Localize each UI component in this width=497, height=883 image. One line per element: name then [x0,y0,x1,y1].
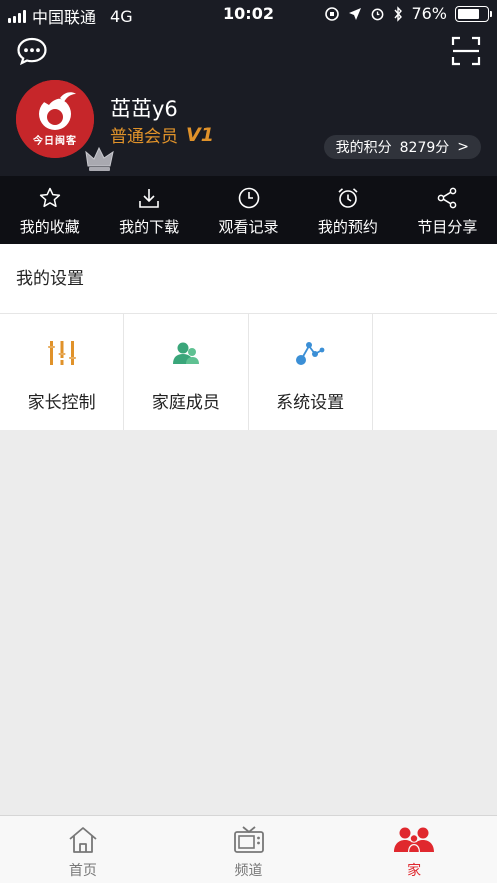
tab-bar: 首页 频道 家 [0,815,497,883]
tile-family-members[interactable]: 家庭成员 [124,314,249,430]
shortcut-downloads[interactable]: 我的下载 [99,176,198,244]
shortcut-label: 节目分享 [417,218,478,236]
tile-empty [373,314,497,430]
tile-label: 家庭成员 [151,393,220,413]
battery-percent: 76% [411,4,447,23]
member-label: 普通会员 [110,127,178,147]
tab-label: 频道 [234,863,263,879]
tab-label: 首页 [68,863,97,879]
chevron-right-icon: > [457,139,469,155]
shortcut-favorites[interactable]: 我的收藏 [0,176,99,244]
avatar-text: 今日闽客 [33,136,77,147]
tab-label: 家 [407,863,422,879]
shortcut-label: 我的下载 [119,218,180,236]
message-icon[interactable] [16,36,48,66]
points-value: 8279分 [399,140,450,156]
points-badge[interactable]: 我的积分 8279分 > [323,135,481,159]
tab-channels[interactable]: 频道 [166,816,332,883]
alarm-icon [338,188,358,208]
battery-icon [455,5,492,22]
settings-tiles: 家长控制 家庭成员 系统设置 [0,314,497,430]
member-info: 普通会员 V1 [110,122,214,148]
star-icon [39,187,60,208]
tile-label: 家长控制 [27,393,96,413]
shortcut-label: 我的预约 [317,218,378,236]
family-icon [394,827,435,852]
tv-icon [233,826,264,853]
users-icon [172,342,199,364]
clock-icon [238,187,259,209]
tab-family[interactable]: 家 [331,816,497,883]
points-label: 我的积分 [335,140,392,156]
sliders-icon [47,341,76,365]
tile-system-settings[interactable]: 系统设置 [249,314,373,430]
shortcut-reservations[interactable]: 我的预约 [298,176,397,244]
profile-header: 中国联通 4G 10:02 76% 今日闽客 茁茁y6 普通会员 V1 我的积分… [0,0,497,176]
download-icon [139,189,159,208]
location-icon [349,7,362,20]
settings-title: 我的设置 [0,244,497,314]
shortcut-history[interactable]: 观看记录 [199,176,298,244]
status-bar: 中国联通 4G 10:02 76% [0,0,497,28]
crown-icon [85,146,114,171]
avatar[interactable]: 今日闽客 [16,80,114,171]
member-level: V1 [186,123,214,146]
shortcut-share[interactable]: 节目分享 [398,176,497,244]
shortcut-label: 观看记录 [218,218,279,236]
tile-parental-control[interactable]: 家长控制 [0,314,125,430]
home-icon [69,827,97,853]
status-right: 76% [324,4,492,23]
share-icon [437,187,457,209]
tab-home[interactable]: 首页 [0,816,166,883]
avatar-logo: 今日闽客 [16,80,94,158]
rotation-lock-icon [325,6,340,21]
scan-icon[interactable] [451,36,481,66]
nodes-icon [296,342,325,365]
alarm-status-icon [372,8,384,21]
tile-label: 系统设置 [276,393,345,413]
shortcut-bar: 我的收藏 我的下载 观看记录 我的预约 节目分享 [0,176,497,244]
bluetooth-icon [394,5,403,22]
username: 茁茁y6 [110,97,178,121]
shortcut-label: 我的收藏 [19,218,80,236]
